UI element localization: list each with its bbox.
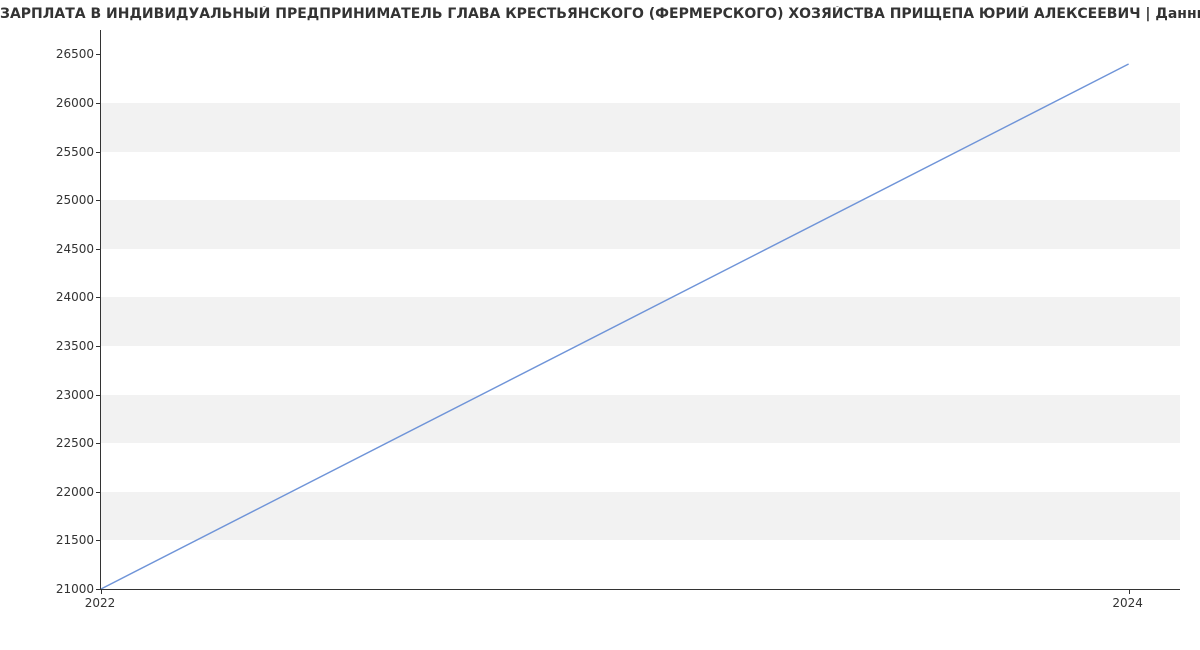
y-tick-label: 22000	[4, 485, 94, 499]
y-tick	[96, 540, 101, 541]
x-tick	[1129, 589, 1130, 594]
y-tick	[96, 200, 101, 201]
y-tick	[96, 297, 101, 298]
data-line	[101, 64, 1129, 589]
y-tick-label: 26500	[4, 47, 94, 61]
y-tick-label: 22500	[4, 436, 94, 450]
y-tick-label: 26000	[4, 96, 94, 110]
y-tick-label: 23000	[4, 388, 94, 402]
plot-area	[100, 30, 1180, 590]
chart-title: ЗАРПЛАТА В ИНДИВИДУАЛЬНЫЙ ПРЕДПРИНИМАТЕЛ…	[0, 6, 1200, 22]
y-tick	[96, 103, 101, 104]
y-tick-label: 24000	[4, 290, 94, 304]
y-tick	[96, 443, 101, 444]
y-tick	[96, 249, 101, 250]
y-tick-label: 23500	[4, 339, 94, 353]
x-tick-label: 2022	[85, 596, 116, 610]
y-tick	[96, 54, 101, 55]
y-tick	[96, 346, 101, 347]
x-tick	[101, 589, 102, 594]
y-tick-label: 25000	[4, 193, 94, 207]
x-tick-label: 2024	[1112, 596, 1143, 610]
y-tick-label: 24500	[4, 242, 94, 256]
line-chart: ЗАРПЛАТА В ИНДИВИДУАЛЬНЫЙ ПРЕДПРИНИМАТЕЛ…	[0, 0, 1200, 650]
y-tick-label: 21000	[4, 582, 94, 596]
y-tick	[96, 492, 101, 493]
y-tick-label: 21500	[4, 533, 94, 547]
y-tick	[96, 395, 101, 396]
chart-line-layer	[101, 30, 1180, 589]
y-tick	[96, 152, 101, 153]
y-tick-label: 25500	[4, 145, 94, 159]
